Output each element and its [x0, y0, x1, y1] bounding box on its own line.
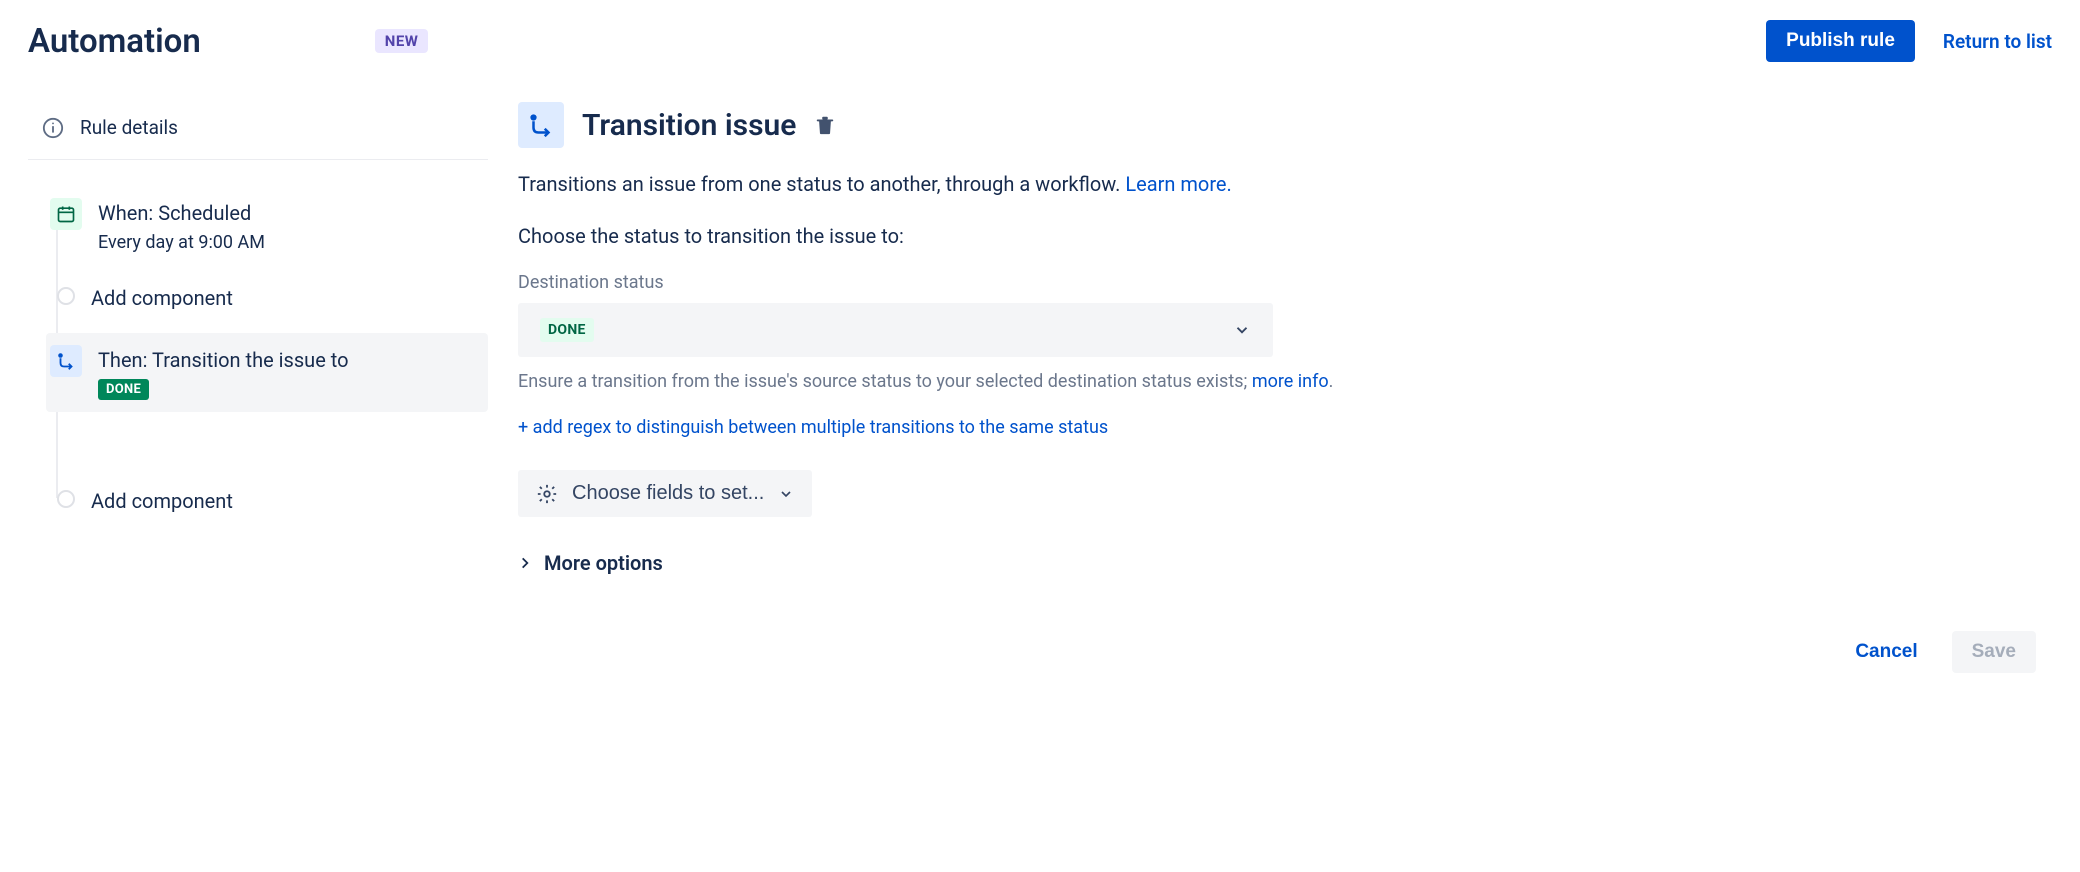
destination-status-select[interactable]: DONE — [518, 303, 1273, 357]
hollow-marker — [57, 287, 75, 305]
add-component-button[interactable]: Add component — [46, 275, 488, 319]
more-options-toggle[interactable]: More options — [518, 551, 2042, 575]
action-node-transition[interactable]: Then: Transition the issue to DONE — [46, 333, 488, 412]
destination-status-label: Destination status — [518, 272, 2042, 293]
chevron-down-icon — [778, 486, 794, 502]
cancel-button[interactable]: Cancel — [1849, 640, 1923, 664]
node-title: Add component — [91, 285, 478, 311]
delete-icon[interactable] — [814, 113, 836, 137]
node-title: Add component — [91, 488, 478, 514]
rule-sidebar: Rule details When: Scheduled Every day a… — [28, 102, 488, 673]
chevron-right-icon — [518, 556, 532, 570]
new-badge: NEW — [375, 29, 429, 53]
more-info-link[interactable]: more info — [1252, 371, 1329, 392]
panel-description: Transitions an issue from one status to … — [518, 170, 2042, 198]
rule-details-label: Rule details — [80, 116, 178, 139]
component-editor: Transition issue Transitions an issue fr… — [488, 102, 2052, 673]
gear-icon — [536, 483, 558, 505]
transition-icon — [518, 102, 564, 148]
status-badge: DONE — [98, 379, 149, 400]
choose-fields-button[interactable]: Choose fields to set... — [518, 470, 812, 517]
choose-status-label: Choose the status to transition the issu… — [518, 224, 2042, 248]
panel-title: Transition issue — [582, 108, 796, 143]
node-title: Then: Transition the issue to — [98, 347, 478, 373]
node-title: When: Scheduled — [98, 200, 478, 226]
info-icon — [42, 117, 64, 139]
node-subtitle: Every day at 9:00 AM — [98, 232, 478, 253]
learn-more-link[interactable]: Learn more. — [1125, 172, 1231, 196]
helper-text: Ensure a transition from the issue's sou… — [518, 369, 1418, 395]
return-to-list-link[interactable]: Return to list — [1943, 30, 2052, 53]
divider — [28, 159, 488, 160]
choose-fields-label: Choose fields to set... — [572, 482, 764, 505]
publish-rule-button[interactable]: Publish rule — [1766, 20, 1915, 62]
rule-details-button[interactable]: Rule details — [28, 102, 488, 153]
more-options-label: More options — [544, 551, 663, 575]
add-component-button[interactable]: Add component — [46, 478, 488, 522]
calendar-icon — [50, 198, 82, 230]
transition-icon — [50, 345, 82, 377]
hollow-marker — [57, 490, 75, 508]
selected-status-badge: DONE — [540, 318, 594, 342]
save-button[interactable]: Save — [1952, 631, 2036, 673]
trigger-node-scheduled[interactable]: When: Scheduled Every day at 9:00 AM — [46, 190, 488, 261]
chevron-down-icon — [1233, 321, 1251, 339]
page-title: Automation — [28, 22, 201, 61]
add-regex-link[interactable]: + add regex to distinguish between multi… — [518, 417, 2042, 438]
